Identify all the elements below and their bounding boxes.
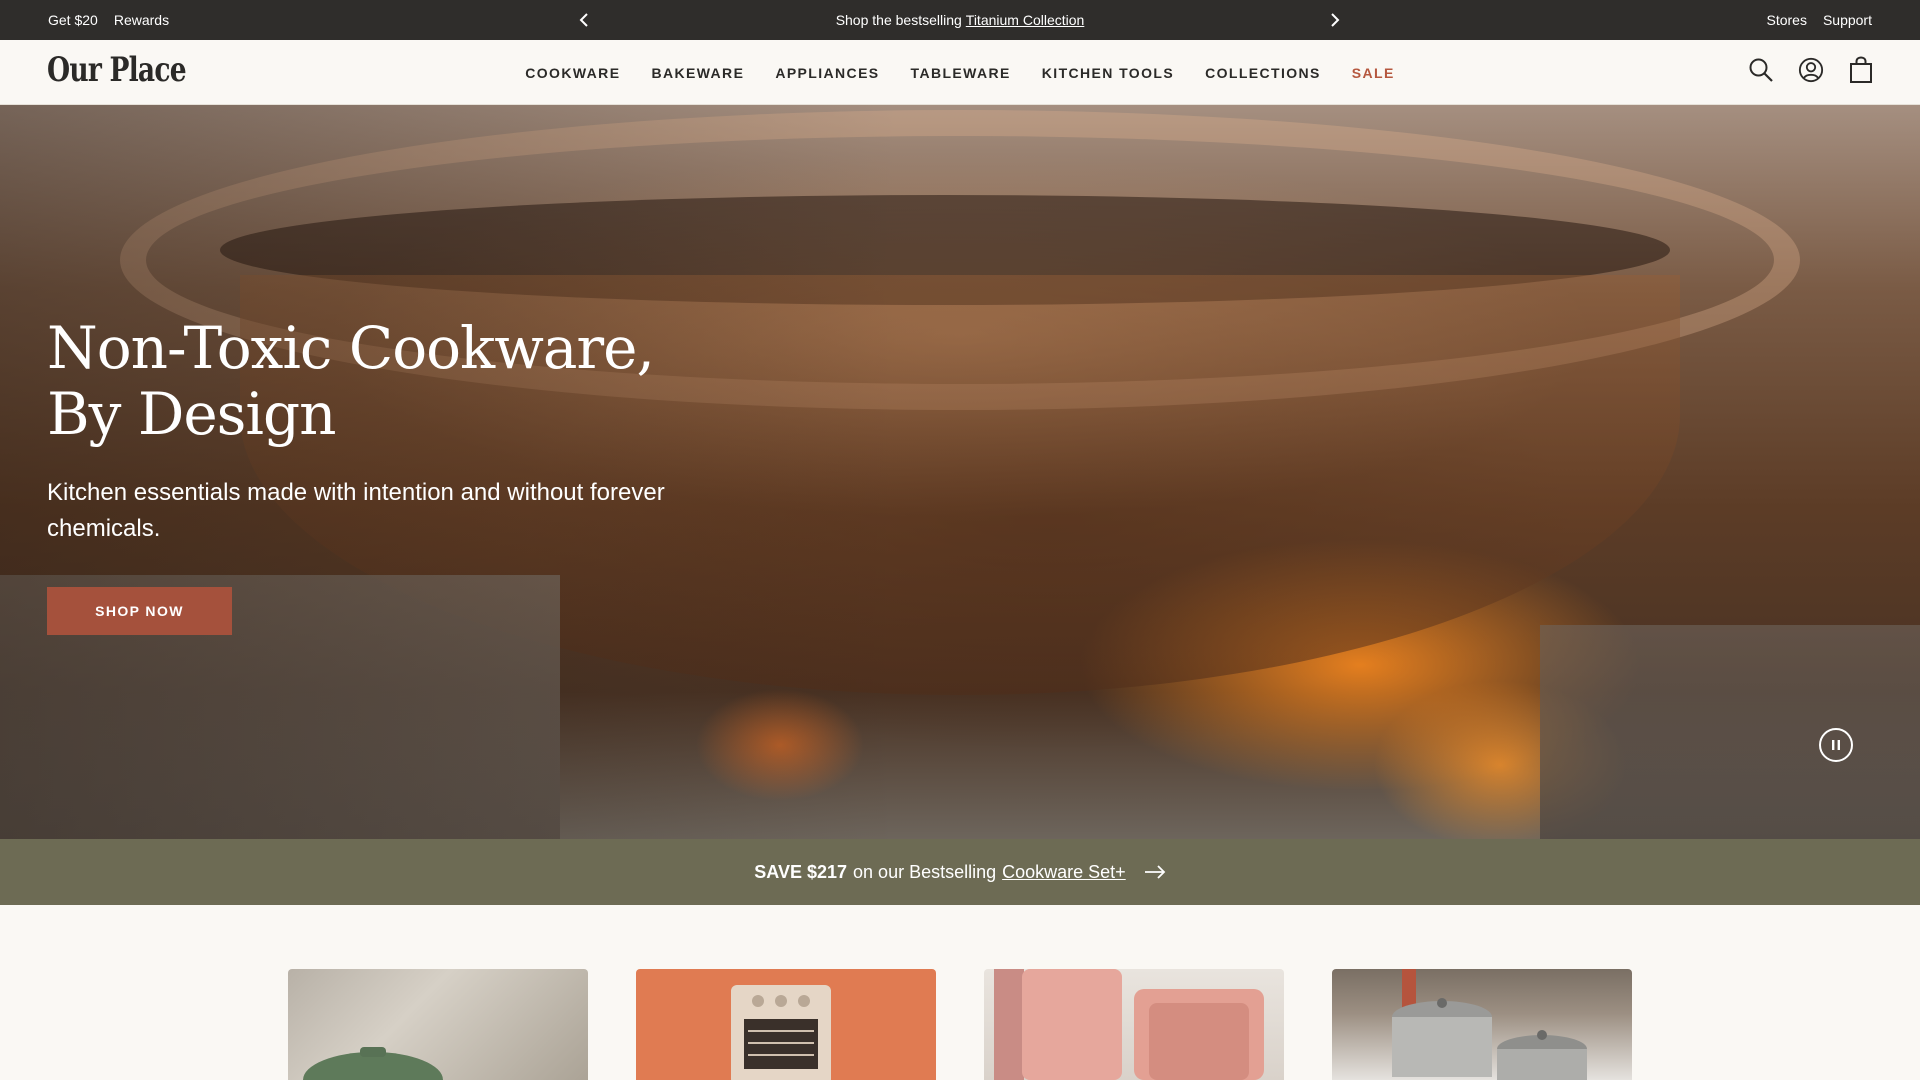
- toaster-oven-image: [731, 985, 831, 1080]
- account-button[interactable]: [1798, 56, 1824, 84]
- hero-banner: Non-Toxic Cookware, By Design Kitchen es…: [0, 105, 1920, 839]
- announcement-text: Shop the bestselling: [835, 12, 962, 28]
- product-tile-oven[interactable]: [636, 969, 936, 1080]
- pink-bakeware-image: [994, 969, 1264, 1080]
- announcement-next-button[interactable]: [1325, 10, 1345, 30]
- product-tile-bakeware[interactable]: [984, 969, 1284, 1080]
- green-pot-image: [303, 1047, 443, 1080]
- announcement-prev-button[interactable]: [574, 10, 594, 30]
- account-icon: [1798, 57, 1824, 83]
- topbar-left-links: Get $20 Rewards: [48, 0, 169, 40]
- nav-tableware[interactable]: TABLEWARE: [911, 65, 1011, 81]
- announcement-promo: Shop the bestselling Titanium Collection: [0, 0, 1920, 40]
- promo-text: on our Bestselling: [853, 861, 997, 882]
- hero-title: Non-Toxic Cookware, By Design: [47, 315, 747, 447]
- search-icon: [1749, 58, 1773, 82]
- hero-overlay: [0, 105, 900, 839]
- video-pause-button[interactable]: [1819, 728, 1853, 762]
- hero-subtitle: Kitchen essentials made with intention a…: [47, 479, 665, 542]
- cart-icon: [1850, 56, 1872, 83]
- logo[interactable]: Our Place: [47, 50, 187, 90]
- titanium-collection-link[interactable]: Titanium Collection: [966, 12, 1085, 28]
- arrow-right-icon: [1144, 865, 1165, 879]
- chevron-left-icon: [579, 13, 588, 27]
- get-20-link[interactable]: Get $20: [48, 12, 98, 28]
- hero-title-line-1: Non-Toxic Cookware,: [47, 314, 655, 382]
- hero-background-stove-right: [1540, 625, 1920, 839]
- header-icons: [1748, 56, 1874, 84]
- chevron-right-icon: [1331, 13, 1340, 27]
- product-tile-pot[interactable]: [288, 969, 588, 1080]
- product-tiles: [288, 969, 1632, 1080]
- stores-link[interactable]: Stores: [1766, 12, 1806, 28]
- main-nav: COOKWARE BAKEWARE APPLIANCES TABLEWARE K…: [0, 40, 1920, 105]
- search-button[interactable]: [1748, 56, 1774, 84]
- announcement-bar: Get $20 Rewards Shop the bestselling Tit…: [0, 0, 1920, 40]
- product-tile-stainless[interactable]: [1332, 969, 1632, 1080]
- nav-appliances[interactable]: APPLIANCES: [775, 65, 879, 81]
- promo-strip: SAVE $217 on our Bestselling Cookware Se…: [0, 839, 1920, 905]
- support-link[interactable]: Support: [1823, 12, 1872, 28]
- nav-kitchen-tools[interactable]: KITCHEN TOOLS: [1042, 65, 1174, 81]
- site-header: Our Place COOKWARE BAKEWARE APPLIANCES T…: [0, 40, 1920, 105]
- nav-collections[interactable]: COLLECTIONS: [1205, 65, 1321, 81]
- shop-now-button[interactable]: SHOP NOW: [47, 587, 232, 635]
- stainless-pots-image: [1392, 969, 1587, 1080]
- nav-cookware[interactable]: COOKWARE: [525, 65, 620, 81]
- nav-sale[interactable]: SALE: [1352, 65, 1395, 81]
- promo-arrow-button[interactable]: [1144, 865, 1166, 879]
- rewards-link[interactable]: Rewards: [114, 12, 169, 28]
- topbar-right-links: Stores Support: [1766, 0, 1872, 40]
- cart-button[interactable]: [1848, 56, 1874, 84]
- pause-icon: [1832, 740, 1840, 750]
- hero-title-line-2: By Design: [47, 380, 336, 448]
- cookware-set-link[interactable]: Cookware Set+: [1002, 862, 1126, 883]
- promo-savings: SAVE $217: [754, 861, 848, 882]
- nav-bakeware[interactable]: BAKEWARE: [651, 65, 744, 81]
